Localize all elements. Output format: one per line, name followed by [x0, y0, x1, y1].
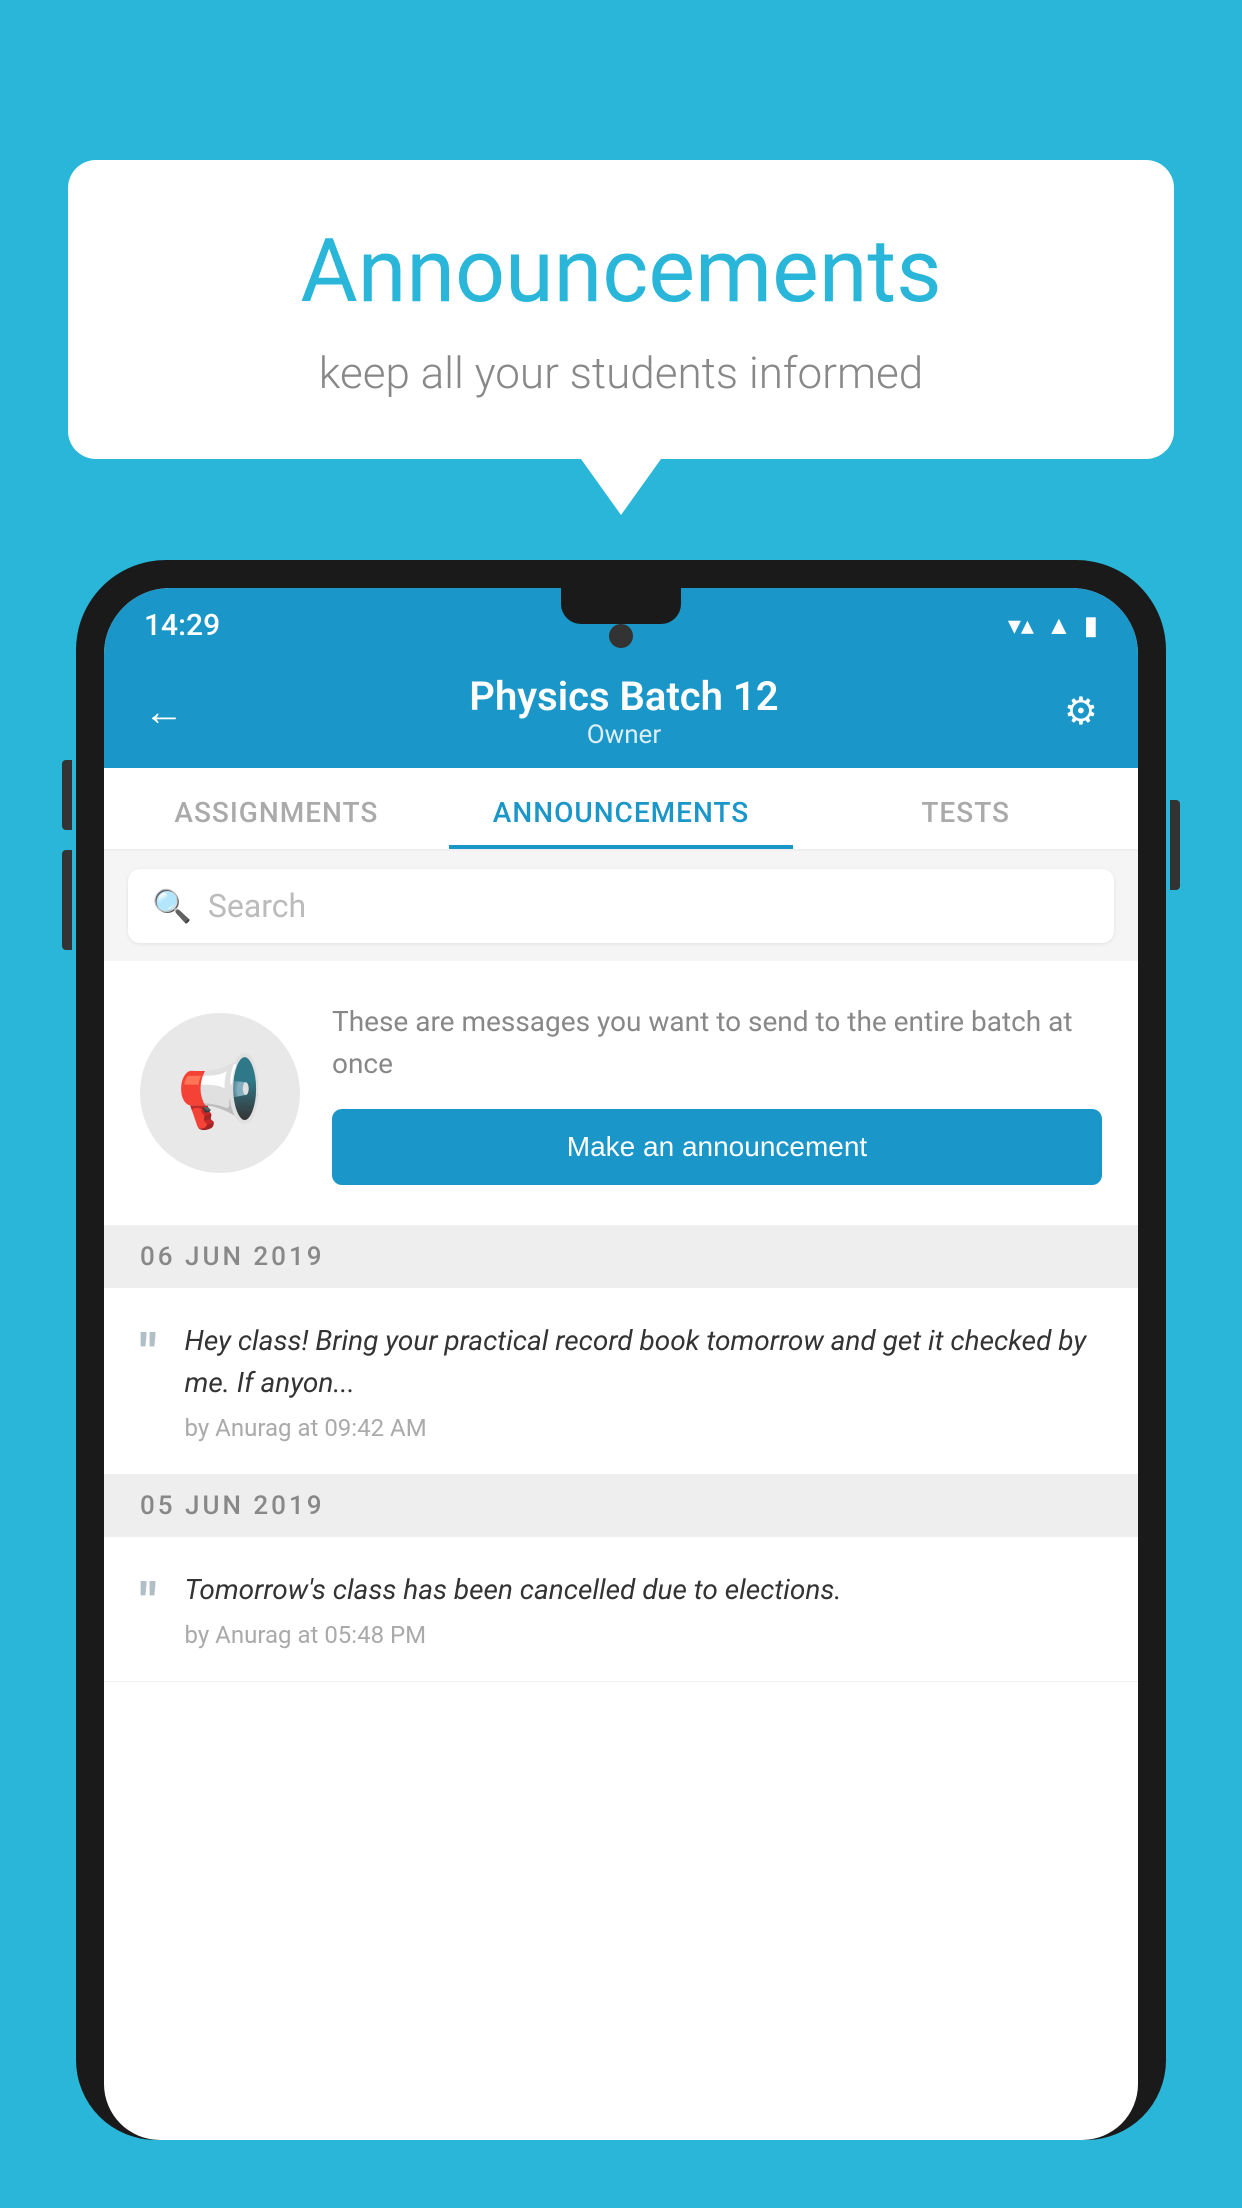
- front-camera: [609, 624, 633, 648]
- volume-down-button[interactable]: [62, 850, 72, 950]
- announcement-item-2: " Tomorrow's class has been cancelled du…: [104, 1537, 1138, 1682]
- speech-bubble-subtitle: keep all your students informed: [148, 347, 1094, 399]
- signal-icon: ▲: [1046, 610, 1072, 641]
- settings-button[interactable]: ⚙: [1064, 689, 1098, 734]
- date-separator-2: 05 JUN 2019: [104, 1475, 1138, 1537]
- phone-container: 14:29 ▾▴ ▲ ▮ ← Physics Batch 12 Owner ⚙ …: [76, 560, 1166, 2208]
- speech-bubble: Announcements keep all your students inf…: [68, 160, 1174, 459]
- power-button[interactable]: [1170, 800, 1180, 890]
- date-separator-1: 06 JUN 2019: [104, 1226, 1138, 1288]
- battery-icon: ▮: [1084, 611, 1098, 641]
- announcement-description: These are messages you want to send to t…: [332, 1001, 1102, 1085]
- megaphone-icon: 📢: [176, 1052, 263, 1134]
- wifi-icon: ▾▴: [1008, 611, 1034, 641]
- announcement-meta-1: by Anurag at 09:42 AM: [185, 1414, 1102, 1442]
- back-button[interactable]: ←: [144, 688, 184, 735]
- announcement-content-1: Hey class! Bring your practical record b…: [185, 1320, 1102, 1442]
- tab-tests[interactable]: TESTS: [793, 768, 1138, 849]
- app-bar-title: Physics Batch 12: [184, 673, 1064, 720]
- search-icon: 🔍: [152, 887, 192, 925]
- speech-bubble-wrapper: Announcements keep all your students inf…: [68, 160, 1174, 515]
- speech-bubble-title: Announcements: [148, 220, 1094, 323]
- app-bar-subtitle: Owner: [184, 720, 1064, 750]
- megaphone-circle: 📢: [140, 1013, 300, 1173]
- tabs-bar: ASSIGNMENTS ANNOUNCEMENTS TESTS: [104, 768, 1138, 851]
- announcement-item-1: " Hey class! Bring your practical record…: [104, 1288, 1138, 1475]
- make-announcement-button[interactable]: Make an announcement: [332, 1109, 1102, 1185]
- app-bar: ← Physics Batch 12 Owner ⚙: [104, 655, 1138, 768]
- announcement-right: These are messages you want to send to t…: [332, 1001, 1102, 1185]
- tab-assignments[interactable]: ASSIGNMENTS: [104, 768, 449, 849]
- quote-icon-2: ": [140, 1577, 157, 1629]
- search-bar[interactable]: 🔍 Search: [128, 869, 1114, 943]
- announcement-meta-2: by Anurag at 05:48 PM: [185, 1621, 1102, 1649]
- search-bar-wrapper: 🔍 Search: [104, 851, 1138, 961]
- phone-notch: [561, 588, 681, 624]
- announcement-text-1: Hey class! Bring your practical record b…: [185, 1320, 1102, 1404]
- app-bar-center: Physics Batch 12 Owner: [184, 673, 1064, 750]
- phone-screen: 14:29 ▾▴ ▲ ▮ ← Physics Batch 12 Owner ⚙ …: [104, 588, 1138, 2140]
- status-icons: ▾▴ ▲ ▮: [1008, 610, 1098, 641]
- volume-up-button[interactable]: [62, 760, 72, 830]
- speech-bubble-tail: [581, 459, 661, 515]
- announcement-text-2: Tomorrow's class has been cancelled due …: [185, 1569, 1102, 1611]
- phone-outer: 14:29 ▾▴ ▲ ▮ ← Physics Batch 12 Owner ⚙ …: [76, 560, 1166, 2140]
- announcement-content-2: Tomorrow's class has been cancelled due …: [185, 1569, 1102, 1649]
- tab-announcements[interactable]: ANNOUNCEMENTS: [449, 768, 794, 849]
- search-placeholder: Search: [208, 887, 306, 925]
- announcement-prompt: 📢 These are messages you want to send to…: [104, 961, 1138, 1226]
- status-time: 14:29: [144, 608, 220, 643]
- quote-icon-1: ": [140, 1328, 157, 1380]
